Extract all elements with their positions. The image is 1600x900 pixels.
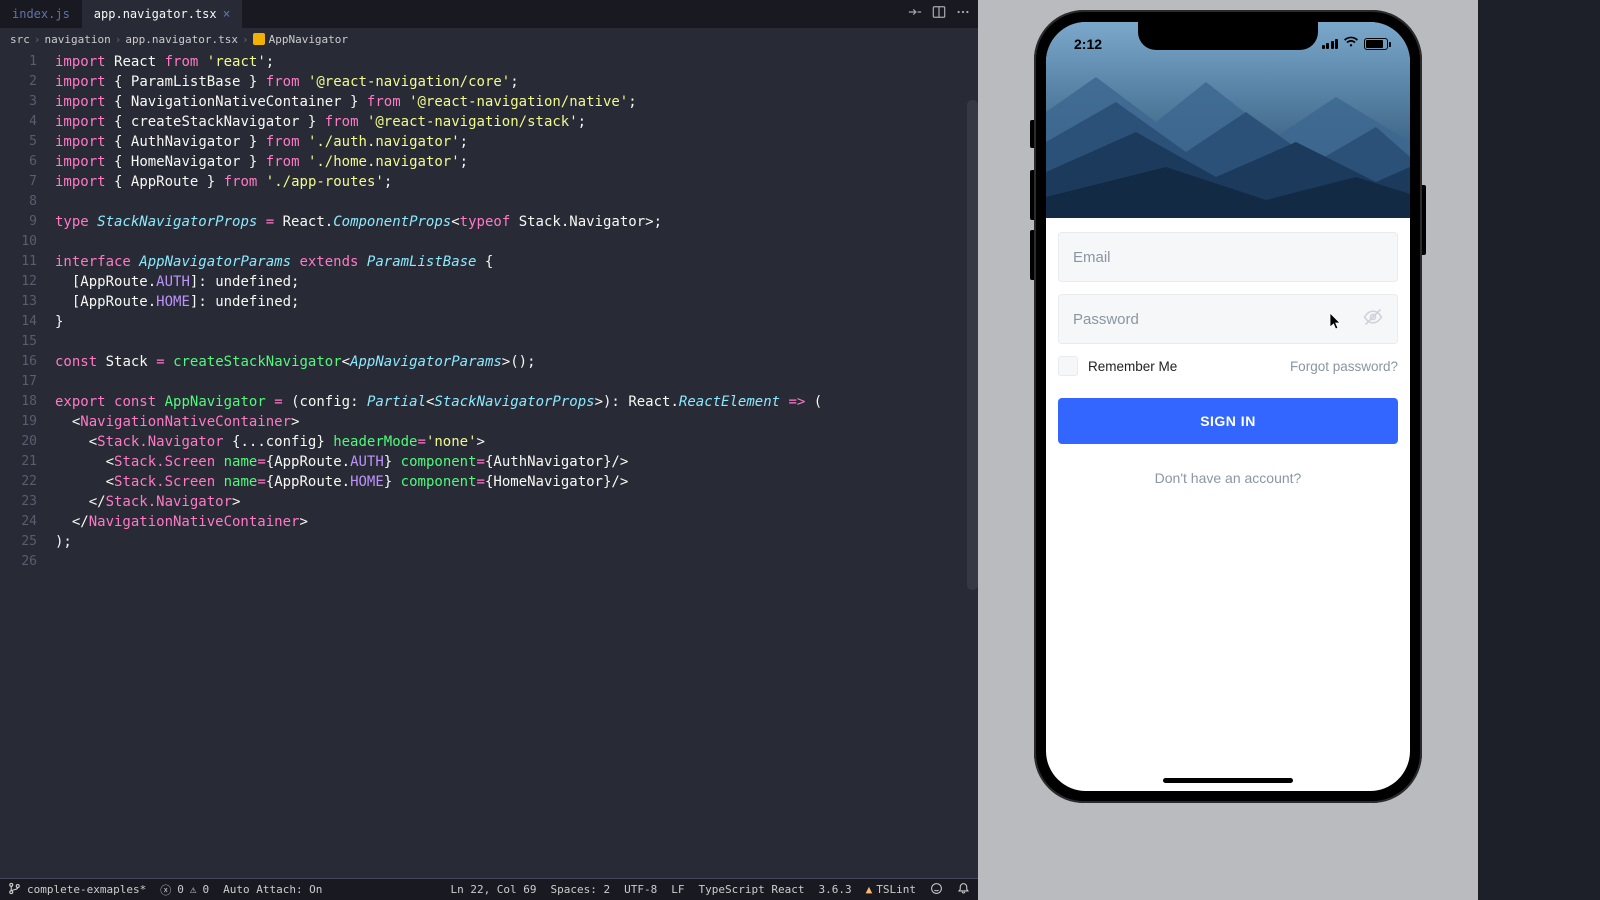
cursor-position[interactable]: Ln 22, Col 69: [450, 883, 536, 896]
chevron-right-icon: ›: [115, 33, 122, 46]
status-time: 2:12: [1074, 36, 1102, 52]
indentation[interactable]: Spaces: 2: [551, 883, 611, 896]
checkbox[interactable]: [1058, 356, 1078, 376]
feedback-icon[interactable]: [930, 882, 943, 898]
simulator-pane: 2:12: [978, 0, 1478, 900]
phone-mute-switch: [1030, 120, 1034, 148]
git-branch-icon: [8, 882, 21, 898]
tab-label: app.navigator.tsx: [94, 7, 217, 21]
form-options-row: Remember Me Forgot password?: [1058, 356, 1398, 376]
email-field[interactable]: Email: [1058, 232, 1398, 282]
code-area[interactable]: 1234567891011121314151617181920212223242…: [0, 50, 978, 878]
breadcrumb-symbol[interactable]: AppNavigator: [253, 33, 348, 46]
sign-in-button[interactable]: SIGN IN: [1058, 398, 1398, 444]
eol[interactable]: LF: [671, 883, 684, 896]
chevron-right-icon: ›: [34, 33, 41, 46]
breadcrumb-item[interactable]: app.navigator.tsx: [125, 33, 238, 46]
status-indicators: [1322, 36, 1389, 52]
breadcrumb[interactable]: src › navigation › app.navigator.tsx › A…: [0, 28, 978, 50]
language-mode[interactable]: TypeScript React: [699, 883, 805, 896]
encoding[interactable]: UTF-8: [624, 883, 657, 896]
phone-frame: 2:12: [1034, 10, 1422, 803]
breadcrumb-item[interactable]: src: [10, 33, 30, 46]
warning-triangle-icon: ▲: [866, 883, 873, 896]
more-actions-icon[interactable]: [956, 5, 970, 23]
symbol-variable-icon: [253, 33, 265, 45]
close-icon[interactable]: ×: [223, 7, 231, 22]
tab-index-js[interactable]: index.js: [0, 0, 82, 28]
no-account-link[interactable]: Don't have an account?: [1058, 470, 1398, 486]
tab-app-navigator[interactable]: app.navigator.tsx ×: [82, 0, 243, 28]
tslint-status[interactable]: ▲ TSLint: [866, 883, 916, 896]
error-icon: ⓧ: [160, 882, 171, 898]
remember-me[interactable]: Remember Me: [1058, 356, 1177, 376]
phone-power-button: [1422, 185, 1426, 255]
phone-screen: 2:12: [1046, 22, 1410, 791]
email-placeholder: Email: [1073, 249, 1111, 266]
phone-volume-down: [1030, 230, 1034, 280]
split-editor-icon[interactable]: [932, 5, 946, 23]
eye-off-icon[interactable]: [1363, 307, 1383, 332]
warning-icon: ⚠: [190, 883, 197, 896]
git-branch[interactable]: complete-exmaples*: [8, 882, 146, 898]
auto-attach[interactable]: Auto Attach: On: [223, 883, 322, 896]
remember-label: Remember Me: [1088, 359, 1177, 374]
line-gutter: 1234567891011121314151617181920212223242…: [0, 50, 55, 878]
login-form: Email Password Remember Me Forgot passwo…: [1046, 218, 1410, 500]
phone-volume-up: [1030, 170, 1034, 220]
password-field[interactable]: Password: [1058, 294, 1398, 344]
code-content[interactable]: import React from 'react';import { Param…: [55, 50, 978, 878]
sign-in-label: SIGN IN: [1200, 413, 1256, 429]
battery-icon: [1364, 38, 1388, 50]
symbol-label: AppNavigator: [269, 33, 348, 46]
status-bar: complete-exmaples* ⓧ0 ⚠0 Auto Attach: On…: [0, 878, 978, 900]
notifications-icon[interactable]: [957, 882, 970, 898]
phone-notch: [1138, 22, 1318, 50]
breadcrumb-item[interactable]: navigation: [45, 33, 111, 46]
tab-actions: [908, 5, 970, 23]
tab-label: index.js: [12, 7, 70, 21]
typescript-version[interactable]: 3.6.3: [819, 883, 852, 896]
password-placeholder: Password: [1073, 311, 1139, 328]
forgot-password-link[interactable]: Forgot password?: [1290, 359, 1398, 374]
wifi-icon: [1343, 36, 1359, 52]
home-indicator[interactable]: [1163, 778, 1293, 783]
tabs-bar: index.js app.navigator.tsx ×: [0, 0, 978, 28]
editor-pane: index.js app.navigator.tsx × src › navig…: [0, 0, 978, 900]
branch-name: complete-exmaples*: [27, 883, 146, 896]
signal-icon: [1322, 39, 1339, 49]
vertical-scrollbar[interactable]: [967, 100, 978, 590]
problems-indicator[interactable]: ⓧ0 ⚠0: [160, 882, 209, 898]
chevron-right-icon: ›: [242, 33, 249, 46]
compare-changes-icon[interactable]: [908, 5, 922, 23]
